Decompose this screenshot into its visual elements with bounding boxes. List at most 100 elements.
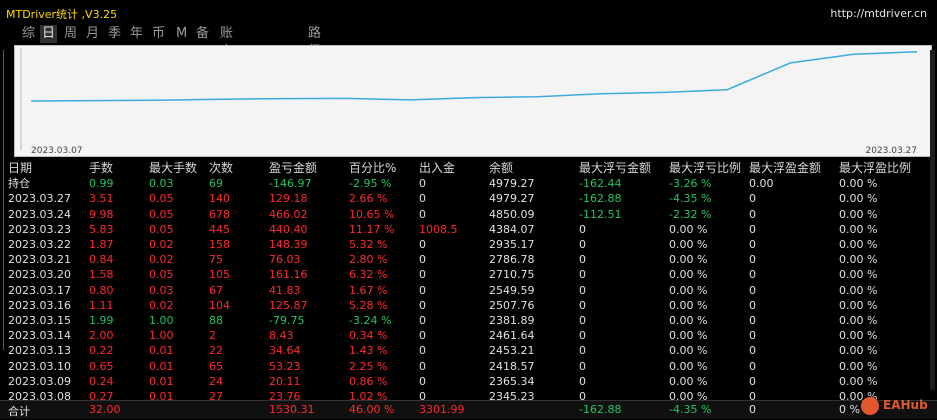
table-cell-flow: 0 — [419, 298, 426, 312]
table-cell-max-float-loss-pct: 0.00 % — [669, 238, 708, 251]
table-cell-balance: 2381.89 — [489, 314, 535, 327]
table-row[interactable]: 2023.03.20 1.58 0.05 105 161.16 6.32 % 0 2710.7… — [0, 267, 937, 282]
holding-cell: 4979.27 — [489, 177, 535, 191]
table-row[interactable]: 2023.03.27 3.51 0.05 140 129.18 2.66 % 0 4979.2… — [0, 191, 937, 206]
tab-8[interactable]: 备 — [194, 25, 211, 43]
table-row[interactable]: 2023.03.09 0.24 0.01 24 20.11 0.86 % 0 2365.34 0… — [0, 374, 937, 389]
holding-cell: -2.95 % — [349, 177, 392, 191]
table-row[interactable]: 2023.03.24 9.98 0.05 678 466.02 10.65 % 0 4850.… — [0, 207, 937, 222]
table-cell-max-float-profit: 0 — [749, 359, 756, 373]
table-row[interactable]: 2023.03.13 0.22 0.01 22 34.64 1.43 % 0 2453.21 0… — [0, 343, 937, 358]
table-row[interactable]: 2023.03.21 0.84 0.02 75 76.03 2.80 % 0 2786.78 0… — [0, 252, 937, 267]
tab-2[interactable]: 周 — [62, 25, 79, 43]
table-cell-max-float-profit-pct: 0.00 % — [839, 222, 878, 236]
total-label: 合计 — [8, 405, 30, 418]
table-cell-flow: 0 — [419, 253, 426, 267]
table-cell-pct: 0.86 % — [349, 374, 388, 388]
holding-cell: 0.00 % — [839, 177, 878, 191]
vertical-scrollbar[interactable] — [930, 50, 935, 390]
tab-4[interactable]: 季 — [106, 25, 123, 43]
table-row[interactable]: 2023.03.10 0.65 0.01 65 53.23 2.25 % 0 2418.57 0… — [0, 359, 937, 374]
tab-3[interactable]: 月 — [84, 25, 101, 43]
column-header: 最大浮亏比例 — [669, 161, 742, 175]
table-cell-trades: 67 — [209, 283, 223, 297]
total-max-float-loss-pct: -4.35 % — [669, 403, 712, 416]
column-header: 盈亏金额 — [269, 161, 318, 175]
table-row[interactable]: 2023.03.17 0.80 0.03 67 41.83 1.67 % 0 2549.59 0… — [0, 283, 937, 298]
table-cell-trades: 88 — [209, 314, 223, 327]
table-cell-pnl: 161.16 — [269, 268, 308, 282]
table-cell-pnl: 20.11 — [269, 374, 301, 388]
table-cell-max-float-loss-pct: 0.00 % — [669, 329, 708, 343]
table-cell-lots: 5.83 — [89, 222, 114, 236]
tab-9[interactable]: 账户 — [218, 25, 235, 59]
table-cell-balance: 2710.75 — [489, 268, 535, 282]
table-cell-max-float-loss-pct: 0.00 % — [669, 283, 708, 297]
table-row[interactable]: 2023.03.22 1.87 0.02 158 148.39 5.32 % 0 2935.1… — [0, 237, 937, 252]
table-cell-pnl: -79.75 — [269, 314, 305, 327]
table-cell-balance: 4979.27 — [489, 192, 535, 206]
tab-5[interactable]: 年 — [128, 25, 145, 43]
total-row: 合计 32.00 1530.31 46.00 % 3301.99 -162.88… — [0, 400, 937, 419]
table-cell-flow: 1008.5 — [419, 222, 458, 236]
site-url-link[interactable]: http://mtdriver.cn — [830, 7, 927, 20]
table-cell-max-float-profit: 0 — [749, 253, 756, 267]
table-cell-max-float-loss: 0 — [579, 268, 586, 282]
table-cell-lots: 1.11 — [89, 298, 114, 312]
tab-7[interactable]: M — [174, 25, 189, 43]
table-row[interactable]: 2023.03.16 1.11 0.02 104 125.87 5.28 % 0 2507.7… — [0, 298, 937, 313]
table-cell-max-float-loss-pct: 0.00 % — [669, 314, 708, 327]
table-cell-max-lots: 1.00 — [149, 329, 174, 343]
table-cell-max-float-loss-pct: -4.35 % — [669, 192, 712, 206]
table-row[interactable]: 2023.03.23 5.83 0.05 445 440.40 11.17 % 1008.5… — [0, 222, 937, 237]
table-cell-pnl: 41.83 — [269, 283, 301, 297]
table-cell-balance: 2549.59 — [489, 283, 535, 297]
holding-cell: -162.44 — [579, 177, 622, 191]
table-cell-pct: 0.34 % — [349, 329, 388, 343]
equity-line — [30, 51, 918, 102]
table-cell-max-float-loss-pct: -2.32 % — [669, 207, 712, 221]
table-cell-lots: 0.22 — [89, 344, 114, 358]
table-cell-lots: 0.65 — [89, 359, 114, 373]
holding-cell: 69 — [209, 177, 223, 191]
table-cell-max-float-loss: 0 — [579, 314, 586, 327]
column-header: 最大浮亏金额 — [579, 161, 652, 175]
tab-1[interactable]: 日 — [40, 25, 58, 43]
table-cell-pnl: 466.02 — [269, 207, 308, 221]
table-cell-date: 2023.03.14 — [8, 329, 71, 343]
table-cell-max-lots: 0.02 — [149, 298, 174, 312]
column-header: 余额 — [489, 161, 514, 175]
table-cell-date: 2023.03.09 — [8, 374, 71, 388]
table-cell-max-float-loss: 0 — [579, 238, 586, 251]
table-cell-pct: 5.32 % — [349, 238, 388, 251]
table-cell-balance: 4850.09 — [489, 207, 535, 221]
table-cell-max-float-profit-pct: 0.00 % — [839, 314, 878, 327]
table-row[interactable]: 2023.03.15 1.99 1.00 88 -79.75 -3.24 % 0 2381.8… — [0, 313, 937, 328]
chart-end-date: 2023.03.27 — [865, 146, 917, 156]
column-header: 手数 — [89, 161, 114, 175]
table-cell-flow: 0 — [419, 314, 426, 327]
table-cell-max-float-profit: 0 — [749, 268, 756, 282]
table-cell-lots: 2.00 — [89, 329, 114, 343]
table-cell-max-lots: 0.05 — [149, 192, 174, 206]
holding-cell: 0.99 — [89, 177, 114, 191]
table-cell-balance: 2365.34 — [489, 374, 535, 388]
table-cell-date: 2023.03.23 — [8, 222, 71, 236]
eahub-logo-text: EAHub — [883, 398, 928, 412]
equity-curve-svg — [20, 48, 918, 150]
total-max-float-loss: -162.88 — [579, 403, 622, 416]
tab-10[interactable]: 路径 — [306, 25, 323, 59]
table-cell-max-float-loss: 0 — [579, 283, 586, 297]
chart-start-date: 2023.03.07 — [31, 146, 83, 156]
tab-6[interactable]: 币 — [150, 25, 167, 43]
table-cell-pct: 10.65 % — [349, 207, 395, 221]
table-cell-pnl: 53.23 — [269, 359, 301, 373]
table-cell-max-lots: 0.01 — [149, 359, 174, 373]
table-cell-lots: 3.51 — [89, 192, 114, 206]
table-cell-flow: 0 — [419, 238, 426, 251]
table-cell-max-float-loss: 0 — [579, 374, 586, 388]
table-cell-max-lots: 0.02 — [149, 253, 174, 267]
title-bar: MTDriver统计 ,V3.25 http://mtdriver.cn — [0, 0, 937, 24]
tab-0[interactable]: 综 — [20, 25, 37, 43]
table-row[interactable]: 2023.03.14 2.00 1.00 2 8.43 0.34 % 0 2461.64 0 0.… — [0, 328, 937, 343]
